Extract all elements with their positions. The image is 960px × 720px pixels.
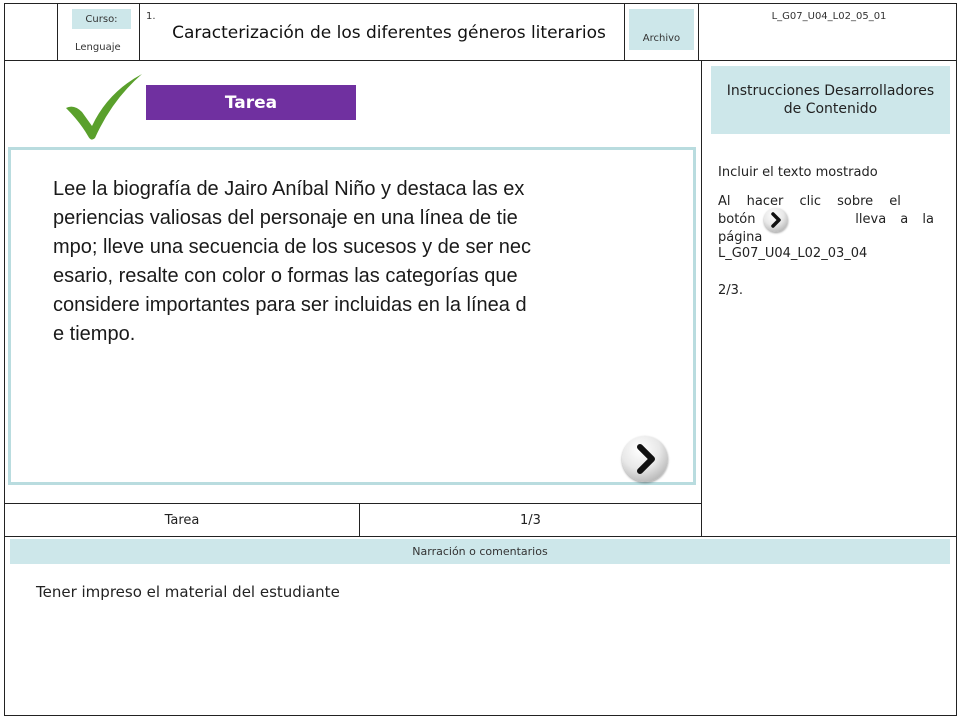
narration-text: Tener impreso el material del estudiante <box>36 583 340 601</box>
instr-row-2: botón lleva a la <box>718 208 934 232</box>
instr-text-a: Al hacer clic sobre el <box>718 194 901 209</box>
task-text: Lee la biografía de Jairo Aníbal Niño y … <box>53 175 653 349</box>
task-text-line-4: esario, resalte con color o formas las c… <box>53 265 518 287</box>
header-divider <box>4 60 957 61</box>
footer-screen-name: Tarea <box>164 512 200 528</box>
chevron-right-icon <box>637 444 655 474</box>
header-number: 1. <box>146 11 156 22</box>
narration-header: Narración o comentarios <box>10 539 950 564</box>
narration-divider <box>4 536 957 537</box>
right-column-divider <box>701 60 702 536</box>
task-tab: Tarea <box>146 85 356 120</box>
file-label: Archivo <box>629 9 694 50</box>
border-bottom <box>4 715 957 716</box>
footer-page-count: 1/3 <box>520 512 541 528</box>
instr-text-d: página <box>718 230 763 245</box>
instructions-paragraph: Al hacer clic sobre el botón lleva a la … <box>718 194 934 262</box>
course-label: Curso: <box>72 9 131 29</box>
task-text-line-5: considere importantes para ser incluidas… <box>53 294 527 316</box>
col-divider-2 <box>139 3 140 60</box>
task-text-line-1: Lee la biografía de Jairo Aníbal Niño y … <box>53 178 525 200</box>
instructions-line-1: Incluir el texto mostrado <box>718 165 878 180</box>
border-top <box>4 3 957 4</box>
page-code: L_G07_U04_L02_05_01 <box>771 11 887 22</box>
instructions-line-3: 2/3. <box>718 283 744 298</box>
page-title: Caracterización de los diferentes género… <box>172 23 606 43</box>
instr-text-b: botón <box>718 212 756 227</box>
inline-next-button-icon <box>763 208 788 232</box>
col-divider-4 <box>698 3 699 60</box>
col-divider-3 <box>624 3 625 60</box>
instr-text-c: lleva a la <box>855 212 934 227</box>
instr-row-1: Al hacer clic sobre el <box>718 194 934 210</box>
check-mark-icon <box>62 70 146 144</box>
instr-text-e: L_G07_U04_L02_03_04 <box>718 246 868 261</box>
instructions-header: Instrucciones Desarrolladores de Conteni… <box>711 66 950 134</box>
border-right <box>956 3 957 716</box>
next-button[interactable] <box>622 436 668 482</box>
task-text-line-2: periencias valiosas del personaje en una… <box>53 207 518 229</box>
task-text-line-3: mpo; lleve una secuencia de los sucesos … <box>53 236 532 258</box>
course-value: Lenguaje <box>75 42 121 53</box>
col-divider-1 <box>57 3 58 60</box>
border-left <box>4 3 5 716</box>
task-text-line-6: e tiempo. <box>53 323 136 345</box>
